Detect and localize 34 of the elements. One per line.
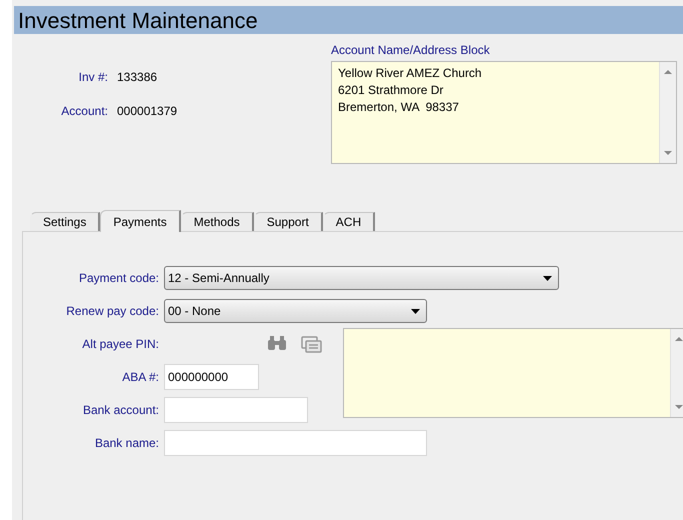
field-label: Inv #:	[78, 70, 108, 84]
field-value: 133386	[117, 70, 158, 84]
field-label: Account:	[60, 104, 108, 118]
field-value: 000001379	[117, 104, 178, 118]
caret-icon	[543, 276, 552, 280]
tab[interactable]: Methods	[180, 212, 254, 231]
dropdown[interactable]: 00 - None	[164, 299, 427, 323]
caret-icon	[411, 308, 420, 314]
scroll-up-icon[interactable]	[664, 70, 672, 74]
tab[interactable]: Support	[254, 212, 323, 231]
binoculars-icon[interactable]	[267, 336, 287, 350]
field-label: Renew pay code:	[65, 304, 159, 318]
field-label: Bank name:	[94, 436, 159, 450]
field-label: Payment code:	[78, 271, 159, 285]
dropdown[interactable]: 12 - Semi-Annually	[164, 266, 559, 290]
notes-field[interactable]	[343, 328, 683, 418]
text-field[interactable]: 000000000	[164, 364, 259, 390]
window-title: Investment Maintenance	[14, 6, 683, 34]
tab[interactable]: ACH	[322, 212, 376, 231]
card-icon[interactable]	[301, 336, 322, 352]
field-label: Account Name/Address Block	[331, 43, 491, 57]
address-field[interactable]: Yellow River AMEZ Church 6201 Strathmore Dr Bremerton, WA 98337	[331, 61, 677, 164]
tab[interactable]: Settings	[30, 212, 100, 231]
scroll-down-icon[interactable]	[675, 405, 683, 409]
text-field[interactable]	[164, 397, 308, 423]
scroll-down-icon[interactable]	[664, 151, 672, 155]
text-field[interactable]	[164, 430, 427, 456]
scroll-bar[interactable]	[670, 329, 683, 417]
scroll-bar[interactable]	[659, 62, 676, 163]
field-label: Alt payee PIN:	[81, 337, 159, 351]
field-label: Bank account:	[82, 403, 159, 417]
scroll-up-icon[interactable]	[675, 337, 683, 341]
tab[interactable]: Payments	[100, 210, 181, 232]
field-label: ABA #:	[121, 370, 159, 384]
